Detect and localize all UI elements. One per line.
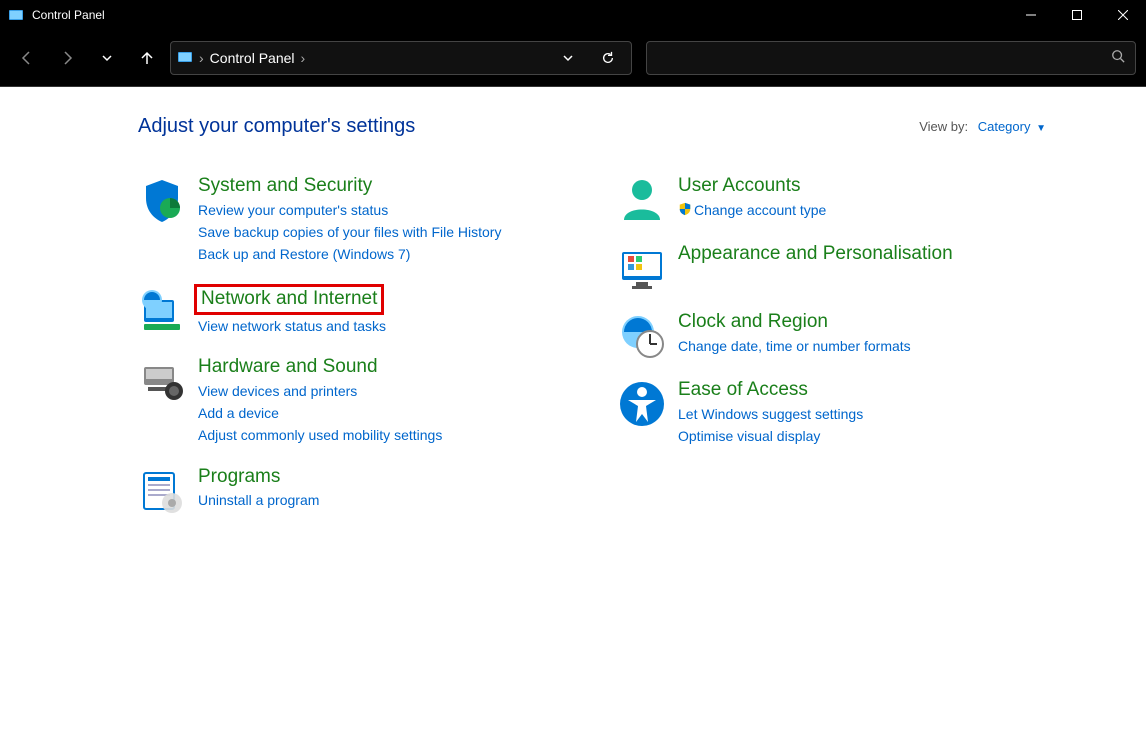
minimize-button[interactable] <box>1008 0 1054 30</box>
sublink[interactable]: Change date, time or number formats <box>678 335 1058 357</box>
sublink[interactable]: Uninstall a program <box>198 489 578 511</box>
close-button[interactable] <box>1100 0 1146 30</box>
breadcrumb-separator: › <box>301 50 306 66</box>
up-button[interactable] <box>130 41 164 75</box>
category-system-security: System and SecurityReview your computer'… <box>138 174 578 266</box>
sublink[interactable]: Change account type <box>678 199 1058 222</box>
category-title-system-security[interactable]: System and Security <box>198 174 372 199</box>
page-heading: Adjust your computer's settings <box>138 115 415 138</box>
left-column: System and SecurityReview your computer'… <box>138 174 578 533</box>
sublink[interactable]: Adjust commonly used mobility settings <box>198 424 578 446</box>
refresh-button[interactable] <box>591 41 625 75</box>
system-security-icon <box>138 174 198 266</box>
category-programs: ProgramsUninstall a program <box>138 465 578 515</box>
sublink[interactable]: Save backup copies of your files with Fi… <box>198 221 578 243</box>
sublink[interactable]: Add a device <box>198 402 578 424</box>
appearance-icon <box>618 242 678 292</box>
category-title-hardware-sound[interactable]: Hardware and Sound <box>198 355 378 380</box>
breadcrumb-separator: › <box>199 50 204 66</box>
window-controls <box>1008 0 1146 30</box>
content-area: Adjust your computer's settings View by:… <box>0 86 1146 742</box>
category-title-user-accounts[interactable]: User Accounts <box>678 174 801 199</box>
maximize-button[interactable] <box>1054 0 1100 30</box>
search-box[interactable] <box>646 41 1136 75</box>
breadcrumb-item[interactable]: Control Panel <box>210 50 295 66</box>
titlebar: Control Panel <box>0 0 1146 30</box>
forward-button[interactable] <box>50 41 84 75</box>
shield-icon <box>678 200 692 222</box>
category-clock-region: Clock and RegionChange date, time or num… <box>618 310 1058 360</box>
address-bar[interactable]: › Control Panel › <box>170 41 632 75</box>
hardware-sound-icon <box>138 355 198 447</box>
view-by-label: View by: <box>919 119 968 134</box>
view-by-value: Category <box>978 119 1031 134</box>
sublink[interactable]: Optimise visual display <box>678 425 1058 447</box>
sublink[interactable]: Let Windows suggest settings <box>678 403 1058 425</box>
category-user-accounts: User AccountsChange account type <box>618 174 1058 224</box>
view-by-control[interactable]: View by: Category ▼ <box>919 119 1046 134</box>
chevron-down-icon: ▼ <box>1036 123 1046 134</box>
category-title-ease-access[interactable]: Ease of Access <box>678 378 808 403</box>
programs-icon <box>138 465 198 515</box>
sublink[interactable]: Back up and Restore (Windows 7) <box>198 243 578 265</box>
search-icon <box>1111 49 1125 68</box>
control-panel-icon <box>8 7 24 23</box>
window-title: Control Panel <box>32 8 105 22</box>
back-button[interactable] <box>10 41 44 75</box>
sublink[interactable]: View network status and tasks <box>198 315 578 337</box>
category-title-network-internet[interactable]: Network and Internet <box>194 284 384 315</box>
category-title-programs[interactable]: Programs <box>198 465 280 490</box>
category-title-clock-region[interactable]: Clock and Region <box>678 310 828 335</box>
ease-access-icon <box>618 378 678 447</box>
category-ease-access: Ease of AccessLet Windows suggest settin… <box>618 378 1058 447</box>
control-panel-icon <box>177 49 193 68</box>
network-internet-icon <box>138 284 198 337</box>
category-hardware-sound: Hardware and SoundView devices and print… <box>138 355 578 447</box>
recent-dropdown[interactable] <box>90 41 124 75</box>
user-accounts-icon <box>618 174 678 224</box>
category-appearance: Appearance and Personalisation <box>618 242 1058 292</box>
sublink[interactable]: View devices and printers <box>198 380 578 402</box>
navbar: › Control Panel › <box>0 30 1146 86</box>
category-network-internet: Network and InternetView network status … <box>138 284 578 337</box>
right-column: User AccountsChange account type Appearan… <box>618 174 1058 533</box>
category-title-appearance[interactable]: Appearance and Personalisation <box>678 242 953 267</box>
clock-region-icon <box>618 310 678 360</box>
address-dropdown[interactable] <box>551 41 585 75</box>
sublink[interactable]: Review your computer's status <box>198 199 578 221</box>
